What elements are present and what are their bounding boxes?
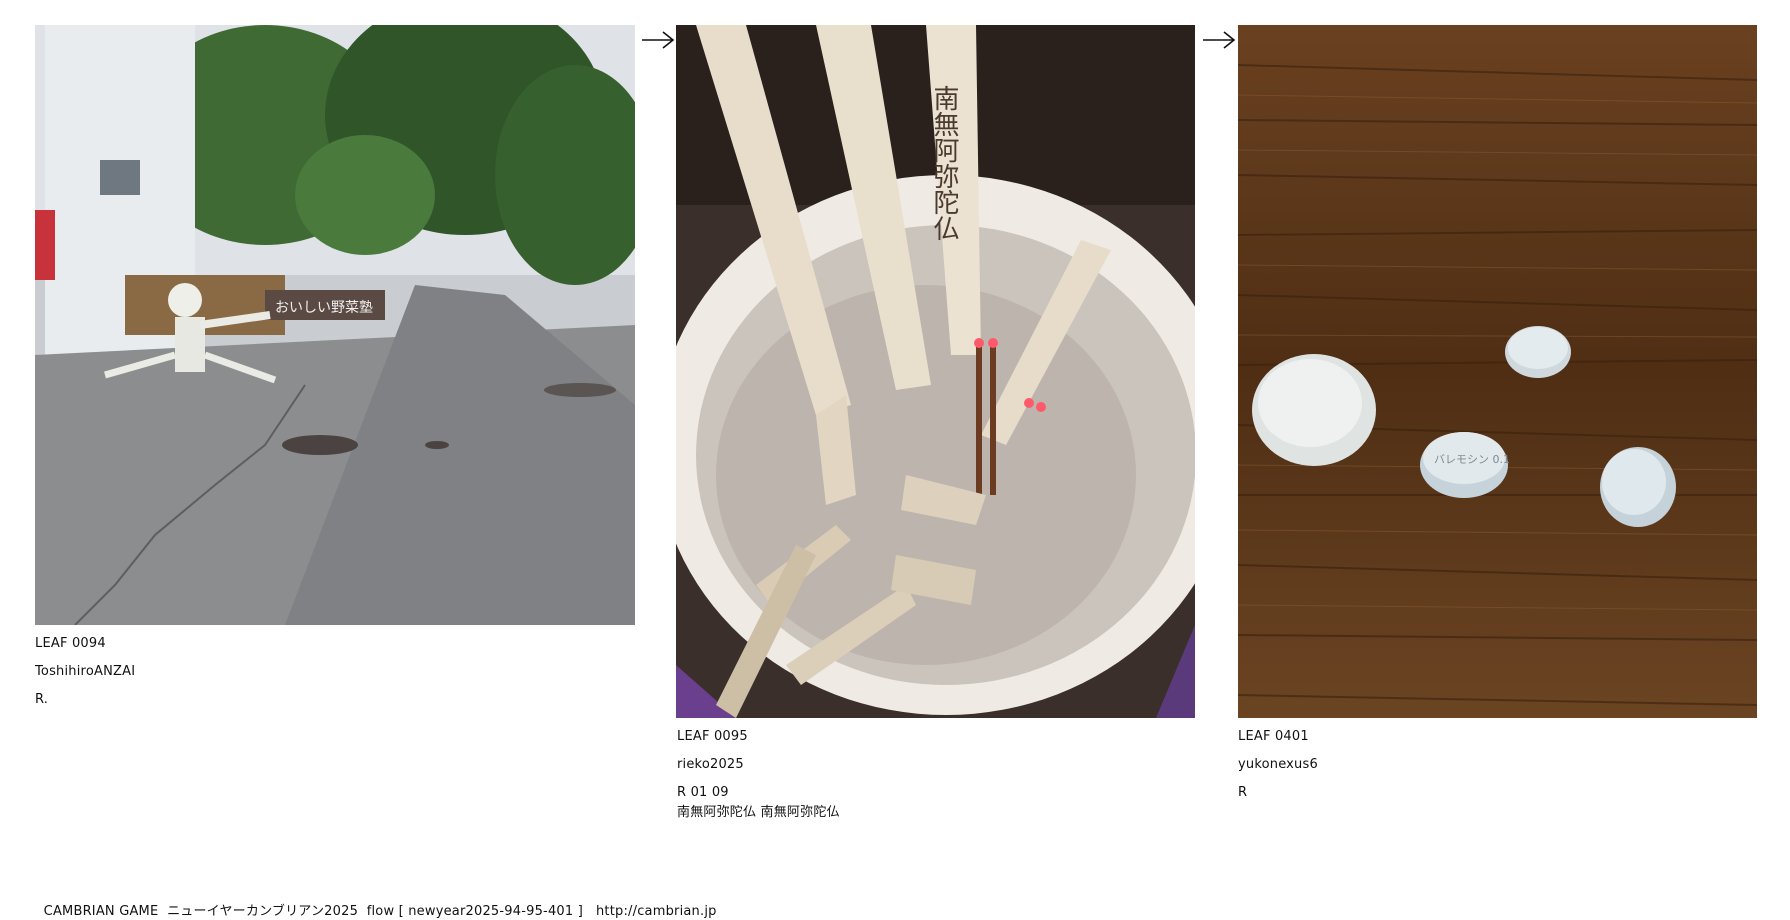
leaf-rating: R bbox=[1238, 785, 1248, 800]
leaf-rating: R. bbox=[35, 692, 49, 707]
footer-url-link[interactable]: http://cambrian.jp bbox=[596, 904, 717, 919]
incense-bowl-image: 南無阿弥陀仏 bbox=[676, 25, 1195, 718]
leaf-0094-photo[interactable]: おいしい野菜塾 bbox=[35, 25, 635, 625]
leaf-0401-photo[interactable]: バレモシン 0.1 bbox=[1238, 25, 1757, 718]
footer-title: ニューイヤーカンブリアン2025 bbox=[167, 904, 359, 919]
street-skeleton-image: おいしい野菜塾 bbox=[35, 25, 635, 625]
photo-sign-text: おいしい野菜塾 bbox=[275, 300, 373, 316]
leaf-number: LEAF 0094 bbox=[35, 636, 106, 651]
leaf-number: LEAF 0401 bbox=[1238, 729, 1309, 744]
stick-inscription: 南無阿弥陀仏 bbox=[929, 85, 959, 241]
pills-on-wood-image: バレモシン 0.1 bbox=[1238, 25, 1757, 718]
footer: CAMBRIAN GAME ニューイヤーカンブリアン2025 flow [ ne… bbox=[35, 885, 717, 919]
footer-flow: flow [ newyear2025-94-95-401 ] bbox=[366, 904, 583, 919]
leaf-number: LEAF 0095 bbox=[677, 729, 748, 744]
leaf-0094-caption: LEAF 0094 ToshihiroANZAI R. bbox=[35, 630, 135, 714]
arrow-right-icon bbox=[642, 31, 675, 49]
footer-game: CAMBRIAN GAME bbox=[43, 904, 159, 919]
leaf-author[interactable]: rieko2025 bbox=[677, 751, 840, 779]
leaf-author[interactable]: ToshihiroANZAI bbox=[35, 658, 135, 686]
leaf-0401-caption: LEAF 0401 yukonexus6 R bbox=[1238, 723, 1318, 807]
leaf-0095-caption: LEAF 0095 rieko2025 R 01 09 南無阿弥陀仏 南無阿弥陀… bbox=[677, 723, 840, 823]
leaf-0095-photo[interactable]: 南無阿弥陀仏 bbox=[676, 25, 1195, 718]
leaf-note: 南無阿弥陀仏 南無阿弥陀仏 bbox=[677, 805, 840, 820]
pill-imprint-text: バレモシン 0.1 bbox=[1434, 453, 1510, 466]
leaf-author[interactable]: yukonexus6 bbox=[1238, 751, 1318, 779]
arrow-right-icon bbox=[1203, 31, 1236, 49]
